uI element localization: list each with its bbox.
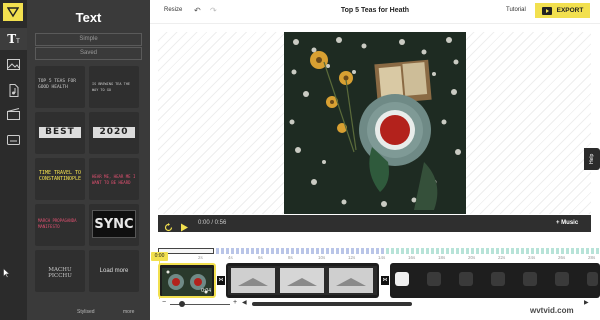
tile-text: 2020 — [93, 127, 135, 138]
tile-text: IS BREWING TEA THE WAY TO GO — [92, 82, 130, 92]
cursor-icon — [3, 268, 11, 278]
export-video-icon — [541, 6, 552, 15]
text-template-tile[interactable]: MACHU PICCHU — [35, 250, 85, 292]
text-template-tile[interactable]: SYNC — [89, 204, 139, 246]
tick-label: 18s — [438, 255, 446, 260]
zoom-out-icon[interactable]: − — [162, 299, 166, 306]
tick-label: 8s — [288, 255, 293, 260]
text-template-tile[interactable]: MARCH PROPAGANDA MANIFESTO — [35, 204, 85, 246]
tick-label: 16s — [408, 255, 416, 260]
scrollbar-thumb[interactable] — [252, 302, 412, 306]
text-template-tile[interactable]: TOP 5 TEAS FOR GOOD HEALTH — [35, 66, 85, 108]
timeline-clip[interactable] — [226, 263, 379, 298]
load-more-button[interactable]: Load more — [89, 250, 139, 292]
tick-label: 24s — [528, 255, 536, 260]
stylised-label[interactable]: Stylised — [77, 309, 95, 315]
ruler-segment — [216, 248, 384, 254]
timeline-ruler[interactable] — [158, 248, 600, 254]
more-link[interactable]: more — [123, 309, 134, 315]
playhead-badge[interactable]: 0:00 — [151, 252, 168, 261]
scroll-left-icon[interactable]: ◀ — [242, 299, 247, 306]
tick-label: 28s — [588, 255, 596, 260]
export-button[interactable]: EXPORT — [535, 3, 590, 18]
tick-label: 10s — [318, 255, 326, 260]
player-bar: 0:00 / 0:56 + Music — [158, 215, 591, 232]
top-bar: Resize ↶ ↷ Top 5 Teas for Heath Tutorial… — [150, 0, 600, 24]
transition-icon[interactable]: ⋈ — [381, 276, 389, 285]
timeline-ticks: 2s 4s 6s 8s 10s 12s 14s 16s 18s 20s 22s … — [198, 255, 598, 263]
tutorial-link[interactable]: Tutorial — [506, 7, 526, 13]
text-template-tile[interactable]: HEAR ME, HEAR ME I WANT TO BE HEARD — [89, 158, 139, 200]
add-music-button[interactable]: + Music — [556, 220, 578, 226]
ruler-segment — [386, 248, 600, 254]
tile-text: TOP 5 TEAS FOR GOOD HEALTH — [38, 79, 76, 90]
time-readout: 0:00 / 0:56 — [198, 220, 227, 226]
tick-label: 12s — [348, 255, 356, 260]
resize-button[interactable]: Resize — [164, 7, 182, 13]
text-template-tile[interactable]: BEST — [35, 112, 85, 154]
tick-label: 22s — [498, 255, 506, 260]
tick-label: 4s — [228, 255, 233, 260]
clip-thumbnail — [392, 266, 598, 295]
panel-title: Text — [75, 10, 102, 25]
text-template-tile[interactable]: TIME TRAVEL TO CONSTANTINOPLE — [35, 158, 85, 200]
video-tool-icon[interactable] — [4, 106, 23, 122]
zoom-in-icon[interactable]: + — [233, 299, 237, 306]
tile-text: SYNC — [92, 210, 136, 238]
app-logo-icon[interactable] — [3, 3, 23, 21]
zoom-control: − + — [162, 299, 238, 309]
tick-label: 2s — [198, 255, 203, 260]
help-tab[interactable]: Help — [584, 148, 600, 170]
tick-label: 14s — [378, 255, 386, 260]
tool-rail: TT — [0, 0, 27, 320]
timeline-clip[interactable]: 0:04 — [158, 263, 216, 298]
export-label: EXPORT — [556, 7, 584, 14]
tab-simple[interactable]: Simple — [35, 33, 142, 46]
tick-label: 26s — [558, 255, 566, 260]
text-template-tile[interactable]: 2020 — [89, 112, 139, 154]
project-title[interactable]: Top 5 Teas for Heath — [300, 7, 450, 14]
tick-label: 20s — [468, 255, 476, 260]
canvas-stage — [158, 32, 591, 214]
subtitle-tool-icon[interactable] — [4, 132, 23, 148]
video-preview[interactable] — [284, 32, 466, 214]
audio-tool-icon[interactable] — [4, 82, 23, 98]
tab-saved[interactable]: Saved — [35, 47, 142, 60]
scroll-right-icon[interactable]: ▶ — [584, 299, 589, 306]
redo-icon[interactable]: ↷ — [210, 6, 217, 15]
text-tool-icon[interactable]: TT — [0, 28, 27, 50]
transition-icon[interactable]: ⋈ — [217, 276, 225, 285]
zoom-slider-handle[interactable] — [179, 301, 185, 307]
timeline-clip[interactable] — [390, 263, 600, 298]
text-panel: Text Simple Saved TOP 5 TEAS FOR GOOD HE… — [27, 0, 150, 320]
text-template-tile[interactable]: IS BREWING TEA THE WAY TO GO — [89, 66, 139, 108]
clip-thumbnail — [228, 266, 377, 295]
watermark: wvtvid.com — [530, 306, 574, 315]
tile-text: BEST — [39, 127, 81, 138]
tile-text: TIME TRAVEL TO CONSTANTINOPLE — [38, 170, 82, 182]
editor-root: TT Text Simple Saved TOP 5 TEAS FOR GOOD… — [0, 0, 600, 320]
undo-icon[interactable]: ↶ — [194, 6, 201, 15]
tea-photo-image — [284, 32, 466, 214]
tile-text: MARCH PROPAGANDA MANIFESTO — [38, 218, 77, 229]
image-tool-icon[interactable] — [4, 56, 23, 72]
tile-text: HEAR ME, HEAR ME I WANT TO BE HEARD — [92, 174, 136, 185]
load-more-label: Load more — [99, 268, 129, 274]
clip-duration: 0:04 — [201, 288, 211, 294]
tile-text: MACHU PICCHU — [48, 267, 72, 279]
tick-label: 6s — [258, 255, 263, 260]
